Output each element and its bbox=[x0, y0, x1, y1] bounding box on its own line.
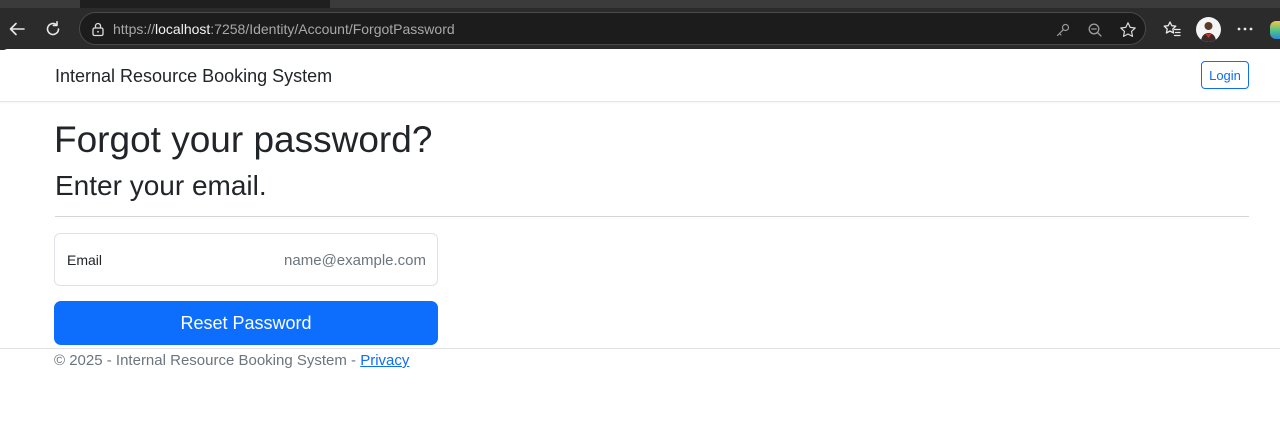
login-button[interactable]: Login bbox=[1201, 61, 1249, 89]
copilot-icon[interactable] bbox=[1270, 21, 1280, 39]
back-button[interactable] bbox=[2, 14, 32, 44]
email-field[interactable]: Email bbox=[54, 233, 438, 286]
site-navbar: Internal Resource Booking System Login bbox=[0, 49, 1280, 102]
refresh-icon bbox=[46, 21, 60, 36]
favorites-icon bbox=[1163, 21, 1181, 37]
more-icon bbox=[1237, 27, 1253, 31]
lock-icon[interactable] bbox=[89, 20, 107, 38]
navbar-brand[interactable]: Internal Resource Booking System bbox=[55, 66, 332, 87]
url-scheme: https:// bbox=[113, 21, 156, 37]
page-subtitle: Enter your email. bbox=[55, 170, 267, 201]
refresh-button[interactable] bbox=[38, 14, 68, 44]
url-host: localhost bbox=[155, 21, 211, 37]
footer-copyright: © 2025 - Internal Resource Booking Syste… bbox=[54, 352, 361, 369]
browser-tab[interactable] bbox=[0, 0, 80, 8]
back-arrow-icon bbox=[9, 22, 25, 36]
page-content: Internal Resource Booking System Login F… bbox=[0, 49, 1280, 438]
email-label: Email bbox=[67, 252, 103, 268]
avatar-icon bbox=[1201, 22, 1216, 42]
footer: © 2025 - Internal Resource Booking Syste… bbox=[54, 352, 409, 369]
address-bar[interactable]: https://localhost:7258/Identity/Account/… bbox=[79, 12, 1146, 45]
url-path: :7258/Identity/Account/ForgotPassword bbox=[210, 21, 455, 37]
favorites-button[interactable] bbox=[1157, 14, 1187, 44]
browser-tab-strip bbox=[0, 0, 1280, 8]
more-button[interactable] bbox=[1230, 14, 1260, 44]
browser-tab[interactable] bbox=[330, 0, 1280, 8]
privacy-link[interactable]: Privacy bbox=[360, 352, 409, 369]
star-icon[interactable] bbox=[1118, 20, 1138, 40]
key-icon[interactable] bbox=[1053, 20, 1073, 40]
footer-divider bbox=[0, 348, 1280, 349]
zoom-icon[interactable] bbox=[1085, 20, 1105, 40]
browser-toolbar: https://localhost:7258/Identity/Account/… bbox=[0, 8, 1280, 50]
email-input[interactable] bbox=[186, 252, 426, 269]
divider bbox=[55, 216, 1249, 217]
page-title: Forgot your password? bbox=[54, 119, 433, 160]
url-text[interactable]: https://localhost:7258/Identity/Account/… bbox=[113, 21, 455, 37]
profile-avatar[interactable] bbox=[1196, 17, 1221, 42]
reset-password-button[interactable]: Reset Password bbox=[54, 301, 438, 345]
